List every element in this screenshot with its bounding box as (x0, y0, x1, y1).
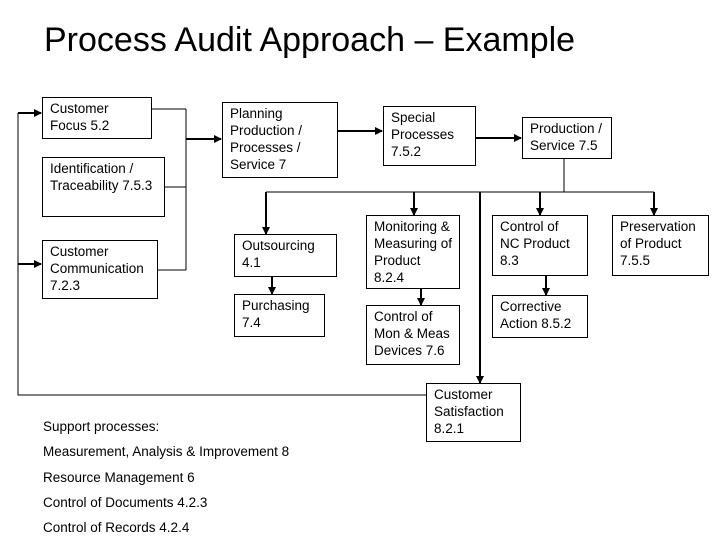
box-planning: Planning Production / Processes / Servic… (222, 102, 338, 178)
box-special-processes: Special Processes 7.5.2 (383, 106, 476, 166)
box-control-nc-product: Control of NC Product 8.3 (492, 215, 588, 276)
box-outsourcing: Outsourcing 4.1 (234, 234, 337, 277)
support-item: Control of Documents 4.2.3 (43, 495, 208, 510)
support-item: Control of Records 4.2.4 (43, 520, 190, 535)
box-production-service: Production / Service 7.5 (522, 117, 612, 159)
diagram-canvas: Process Audit Approach – Example Custome… (0, 0, 720, 540)
box-identification-traceability: Identification / Traceability 7.5.3 (42, 157, 165, 217)
box-customer-satisfaction: Customer Satisfaction 8.2.1 (426, 383, 521, 442)
box-purchasing: Purchasing 7.4 (234, 294, 325, 337)
box-control-mon-meas: Control of Mon & Meas Devices 7.6 (366, 305, 460, 365)
box-preservation: Preservation of Product 7.5.5 (612, 215, 709, 276)
box-customer-focus: Customer Focus 5.2 (42, 97, 152, 139)
support-item: Resource Management 6 (43, 470, 195, 485)
support-heading: Support processes: (43, 419, 160, 434)
box-corrective-action: Corrective Action 8.5.2 (492, 295, 588, 338)
support-item: Measurement, Analysis & Improvement 8 (43, 444, 290, 459)
box-customer-communication: Customer Communication 7.2.3 (42, 240, 158, 299)
box-monitoring-measuring: Monitoring & Measuring of Product 8.2.4 (366, 215, 460, 289)
